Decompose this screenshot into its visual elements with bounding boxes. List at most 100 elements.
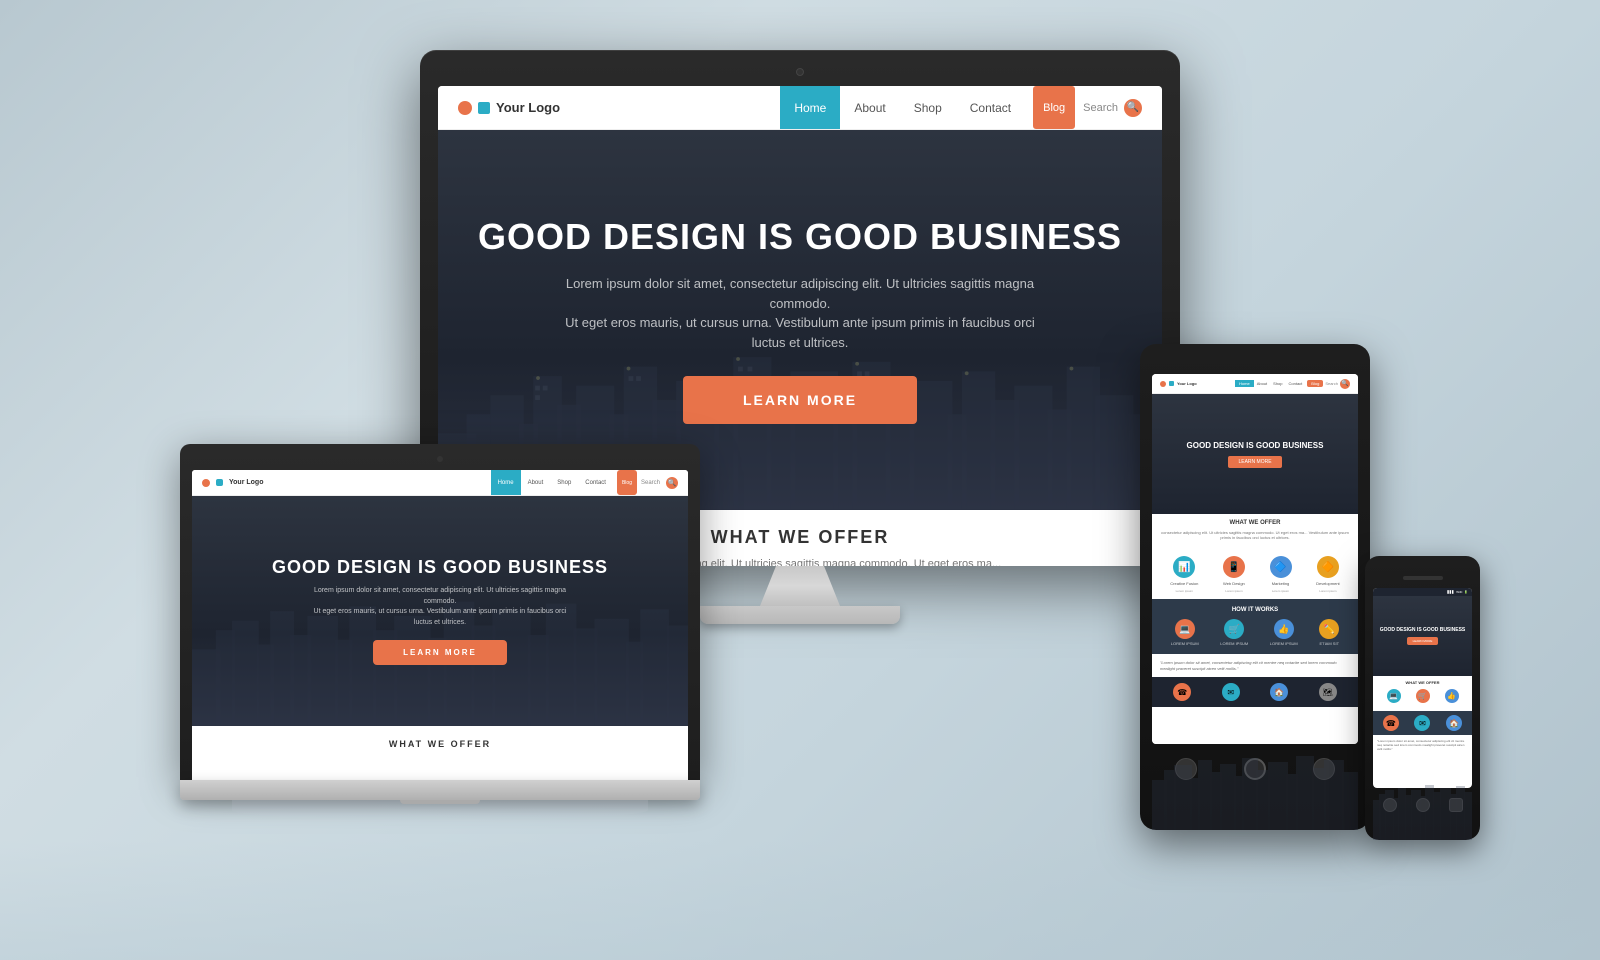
tablet-hero: GOOD DESIGN IS GOOD BUSINESS LEARN MORE <box>1152 394 1358 514</box>
tablet-steps-row: 💻 LOREM IPSUM 🛒 LOREM IPSUM 👍 LOREM IPSU… <box>1160 619 1350 646</box>
tablet-icon-4: 🔶 Development Lorem ipsum <box>1316 556 1340 593</box>
tablet-footer-icon-2: ✉ <box>1222 683 1240 701</box>
tablet-footer-icon-3: 🏠 <box>1270 683 1288 701</box>
tablet-step-icon-4: ✏️ <box>1319 619 1339 639</box>
tablet-footer-icons: ☎ ✉ 🏠 🗺 <box>1152 677 1358 707</box>
nav-search[interactable]: Search 🔍 <box>1083 99 1142 117</box>
search-icon[interactable]: 🔍 <box>1124 99 1142 117</box>
phone-content: ▋▋▋ WiFi 🔋 <box>1373 588 1472 788</box>
tablet-search-icon[interactable]: 🔍 <box>1340 379 1350 389</box>
tablet-step-label-3: LOREM IPSUM <box>1270 641 1298 646</box>
laptop-nav-home[interactable]: Home <box>491 470 521 495</box>
tablet-icon-circle-4: 🔶 <box>1317 556 1339 578</box>
tablet-step-icon-2: 🛒 <box>1224 619 1244 639</box>
tablet-nav-blog[interactable]: Blog <box>1307 380 1323 387</box>
tablet-footer-icon-4: 🗺 <box>1319 683 1337 701</box>
nav-about[interactable]: About <box>840 86 899 129</box>
tablet-step-label-4: ETIAM SIT <box>1319 641 1339 646</box>
tablet-icon-label-3: Marketing <box>1272 581 1290 586</box>
tablet-icons-row: 📊 Creative Fusion Lorem ipsum 📱 Web Desi… <box>1152 550 1358 599</box>
tablet-nav-home[interactable]: Home <box>1235 380 1254 387</box>
phone-hero-title: GOOD DESIGN IS GOOD BUSINESS <box>1380 627 1466 633</box>
monitor-stand-neck <box>760 566 840 606</box>
tablet-nav-search[interactable]: Search <box>1325 381 1338 386</box>
phone-outer: ▋▋▋ WiFi 🔋 <box>1365 556 1480 840</box>
phone-speaker <box>1403 576 1443 580</box>
phone-offer-icon-1: 💻 <box>1387 689 1401 703</box>
nav-home[interactable]: Home <box>780 86 840 129</box>
laptop-screen: Your Logo Home About Shop Contact Blog S… <box>192 470 688 780</box>
tablet-how-title: HOW IT WORKS <box>1160 607 1350 613</box>
phone-offer-items: 💻 🛒 👍 <box>1377 685 1468 707</box>
tablet-nav-contact[interactable]: Contact <box>1286 381 1306 386</box>
desktop-nav: Your Logo Home About Shop Contact Blog S… <box>438 86 1162 130</box>
tablet-nav-about[interactable]: About <box>1254 381 1270 386</box>
laptop-nav-search[interactable]: Search 🔍 <box>641 477 678 489</box>
phone-screen: ▋▋▋ WiFi 🔋 <box>1373 588 1472 788</box>
nav-blog[interactable]: Blog <box>1033 86 1075 129</box>
tablet-step-label-2: LOREM IPSUM <box>1220 641 1248 646</box>
phone-learn-more-button[interactable]: LEARN MORE <box>1407 637 1439 645</box>
tablet-icon-label-4: Development <box>1316 581 1340 586</box>
laptop-learn-more-button[interactable]: LEARN MORE <box>373 640 507 665</box>
phone-wifi: WiFi <box>1456 590 1462 594</box>
tablet-what-we-offer: WHAT WE OFFER consectetur adipiscing eli… <box>1152 514 1358 550</box>
desktop-what-we-offer-title: WHAT WE OFFER <box>711 527 890 548</box>
phone: ▋▋▋ WiFi 🔋 <box>1365 556 1480 840</box>
nav-shop[interactable]: Shop <box>900 86 956 129</box>
tablet-screen: Your Logo Home About Shop Contact Blog S… <box>1152 374 1358 744</box>
tablet-step-3: 👍 LOREM IPSUM <box>1270 619 1298 646</box>
laptop-what-we-offer: WHAT WE OFFER <box>192 726 688 762</box>
tablet-offer-text: consectetur adipiscing elit. Ut ultricie… <box>1158 530 1352 540</box>
tablet-icon-desc-2: Lorem ipsum <box>1225 589 1242 593</box>
desktop-learn-more-button[interactable]: LEARN MORE <box>683 376 917 424</box>
laptop-nav-shop[interactable]: Shop <box>550 470 578 495</box>
tablet-learn-more-button[interactable]: LEARN MORE <box>1228 456 1281 468</box>
desktop-logo: Your Logo <box>458 100 560 115</box>
phone-nav-icon-3[interactable]: 🏠 <box>1446 715 1462 731</box>
laptop-base <box>180 780 700 800</box>
laptop: Your Logo Home About Shop Contact Blog S… <box>180 444 700 820</box>
phone-what-we-offer: WHAT WE OFFER 💻 🛒 👍 <box>1373 676 1472 711</box>
tablet-icon-circle-3: 🔷 <box>1270 556 1292 578</box>
tablet-footer-icon-1: ☎ <box>1173 683 1191 701</box>
monitor-base <box>700 606 900 624</box>
desktop-hero-title: GOOD DESIGN IS GOOD BUSINESS <box>478 216 1122 258</box>
laptop-nav-contact[interactable]: Contact <box>578 470 613 495</box>
laptop-nav-blog[interactable]: Blog <box>617 470 637 495</box>
phone-hero: GOOD DESIGN IS GOOD BUSINESS LEARN MORE <box>1373 596 1472 676</box>
laptop-nav-links: Home About Shop Contact Blog Search 🔍 <box>491 470 678 495</box>
tablet-icon-3: 🔷 Marketing Lorem ipsum <box>1270 556 1292 593</box>
tablet-nav-shop[interactable]: Shop <box>1270 381 1285 386</box>
tablet-icon-label-1: Creative Fusion <box>1170 581 1198 586</box>
phone-nav-icon-2[interactable]: ✉ <box>1414 715 1430 731</box>
monitor-camera-dot <box>796 68 804 76</box>
tablet-icon-circle-1: 📊 <box>1173 556 1195 578</box>
laptop-camera-bar <box>192 456 688 470</box>
tablet-icon-circle-2: 📱 <box>1223 556 1245 578</box>
logo-square <box>478 102 490 114</box>
phone-nav-icon-1[interactable]: ☎ <box>1383 715 1399 731</box>
laptop-logo-square <box>216 479 223 486</box>
tablet-step-4: ✏️ ETIAM SIT <box>1319 619 1339 646</box>
tablet: Your Logo Home About Shop Contact Blog S… <box>1140 344 1370 830</box>
phone-signal: ▋▋▋ <box>1447 590 1454 594</box>
tablet-step-icon-3: 👍 <box>1274 619 1294 639</box>
laptop-search-icon[interactable]: 🔍 <box>666 477 678 489</box>
tablet-hero-title: GOOD DESIGN IS GOOD BUSINESS <box>1187 441 1324 450</box>
tablet-step-label-1: LOREM IPSUM <box>1171 641 1199 646</box>
tablet-icon-desc-1: Lorem ipsum <box>1176 589 1193 593</box>
phone-offer-icon-3: 👍 <box>1445 689 1459 703</box>
tablet-icon-desc-4: Lorem ipsum <box>1319 589 1336 593</box>
tablet-outer: Your Logo Home About Shop Contact Blog S… <box>1140 344 1370 830</box>
logo-text: Your Logo <box>496 100 560 115</box>
phone-nav-section: ☎ ✉ 🏠 <box>1373 711 1472 735</box>
tablet-how-it-works: HOW IT WORKS 💻 LOREM IPSUM 🛒 LOREM IPSUM <box>1152 599 1358 654</box>
laptop-nav-about[interactable]: About <box>521 470 551 495</box>
nav-contact[interactable]: Contact <box>956 86 1025 129</box>
tablet-step-1: 💻 LOREM IPSUM <box>1171 619 1199 646</box>
laptop-logo-circle <box>202 479 210 487</box>
laptop-logo: Your Logo <box>202 479 263 487</box>
phone-cityscape <box>1373 780 1472 788</box>
laptop-hero-title: GOOD DESIGN IS GOOD BUSINESS <box>272 557 608 578</box>
